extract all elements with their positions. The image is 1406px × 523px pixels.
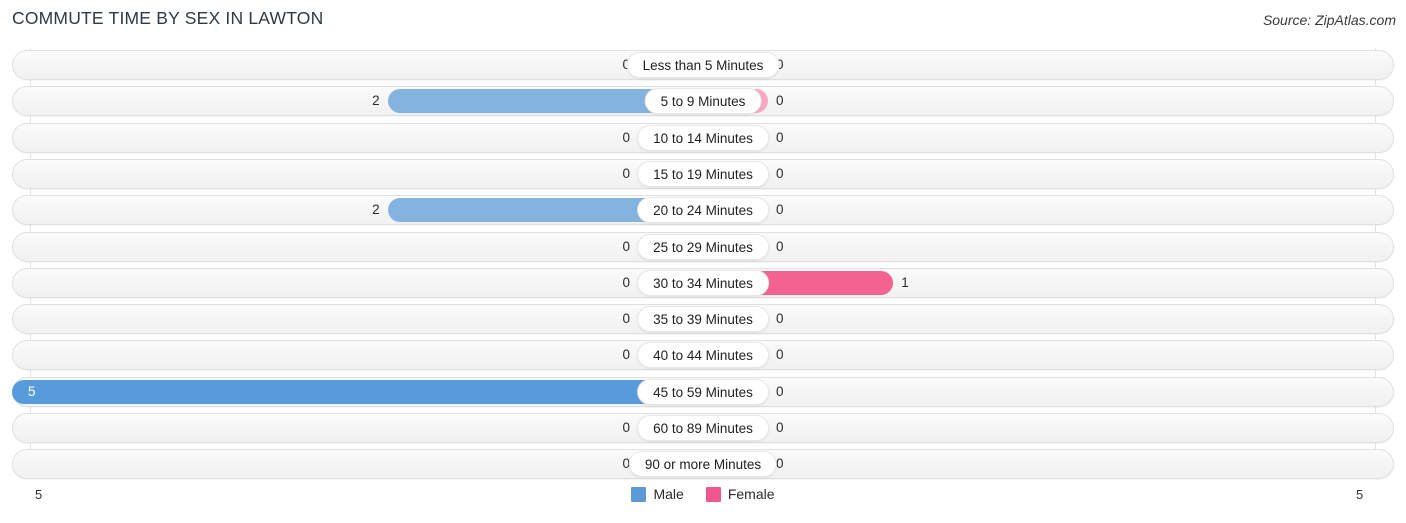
male-value-label: 0: [622, 347, 630, 363]
male-value-label: 2: [372, 202, 380, 218]
male-value-label: 0: [622, 238, 630, 254]
table-row[interactable]: 0 1 30 to 34 Minutes: [12, 267, 1394, 298]
female-value-label: 0: [776, 238, 784, 254]
table-row[interactable]: 00Less than 5 Minutes: [12, 50, 1394, 80]
female-value-label: 0: [776, 420, 784, 435]
legend-label-female: Female: [727, 486, 775, 502]
table-row[interactable]: 0 0 60 to 89 Minutes: [12, 413, 1394, 443]
category-label-pill: 60 to 89 Minutes: [637, 415, 769, 441]
female-value-label: 0: [776, 456, 784, 472]
male-value-label: 5: [28, 383, 36, 399]
category-label-pill: 20 to 24 Minutes: [637, 197, 769, 224]
table-row[interactable]: 0 0 90 or more Minutes: [12, 449, 1394, 480]
chart-page: COMMUTE TIME BY SEX IN LAWTON Source: Zi…: [0, 0, 1406, 523]
table-row[interactable]: 0 0 15 to 19 Minutes: [12, 158, 1394, 189]
category-label-pill: 30 to 34 Minutes: [637, 269, 769, 296]
table-row[interactable]: 2 0 5 to 9 Minutes: [12, 86, 1394, 117]
source-attribution: Source: ZipAtlas.com: [1262, 12, 1396, 28]
category-label-pill: 5 to 9 Minutes: [644, 88, 762, 115]
female-color-swatch: [705, 486, 721, 502]
female-value-label: 0: [776, 311, 784, 327]
female-value-label: 0: [776, 93, 784, 109]
table-row[interactable]: 0 0 25 to 29 Minutes: [12, 231, 1394, 262]
table-row[interactable]: 2 0 20 to 24 Minutes: [12, 195, 1394, 226]
male-value-label: 2: [372, 93, 380, 109]
category-label-pill: 40 to 44 Minutes: [637, 342, 769, 369]
male-value-label: 0: [622, 420, 630, 435]
legend-item-male[interactable]: Male: [631, 486, 684, 502]
female-value-label: 0: [776, 165, 784, 181]
category-label-pill: 35 to 39 Minutes: [637, 306, 769, 333]
chart-plot-area: 00Less than 5 Minutes205 to 9 Minutes001…: [0, 48, 1406, 482]
female-value-label: 0: [776, 129, 784, 145]
category-label-pill: Less than 5 Minutes: [626, 52, 780, 78]
table-row[interactable]: 0 0 35 to 39 Minutes: [12, 304, 1394, 335]
category-label-pill: 25 to 29 Minutes: [637, 233, 769, 260]
category-label-pill: 15 to 19 Minutes: [637, 160, 769, 187]
male-value-label: 0: [622, 311, 630, 327]
legend-label-male: Male: [653, 486, 684, 502]
female-value-label: 0: [776, 383, 784, 399]
male-value-label: 0: [622, 274, 630, 290]
category-label-pill: 45 to 59 Minutes: [637, 378, 769, 405]
male-bar[interactable]: [12, 379, 703, 404]
category-label-pill: 10 to 14 Minutes: [637, 124, 769, 151]
chart-legend: Male Female: [0, 486, 1406, 502]
page-title: COMMUTE TIME BY SEX IN LAWTON: [12, 8, 324, 28]
female-value-label: 0: [776, 347, 784, 363]
male-value-label: 0: [622, 165, 630, 181]
female-value-label: 0: [776, 202, 784, 218]
legend-item-female[interactable]: Female: [705, 486, 775, 502]
male-color-swatch: [631, 486, 647, 502]
table-row[interactable]: 0 0 10 to 14 Minutes: [12, 122, 1394, 153]
table-row[interactable]: 5 0 45 to 59 Minutes: [12, 376, 1394, 407]
category-label-pill: 90 or more Minutes: [628, 451, 778, 478]
table-row[interactable]: 0 0 40 to 44 Minutes: [12, 340, 1394, 371]
male-value-label: 0: [622, 129, 630, 145]
female-value-label: 1: [901, 274, 909, 290]
